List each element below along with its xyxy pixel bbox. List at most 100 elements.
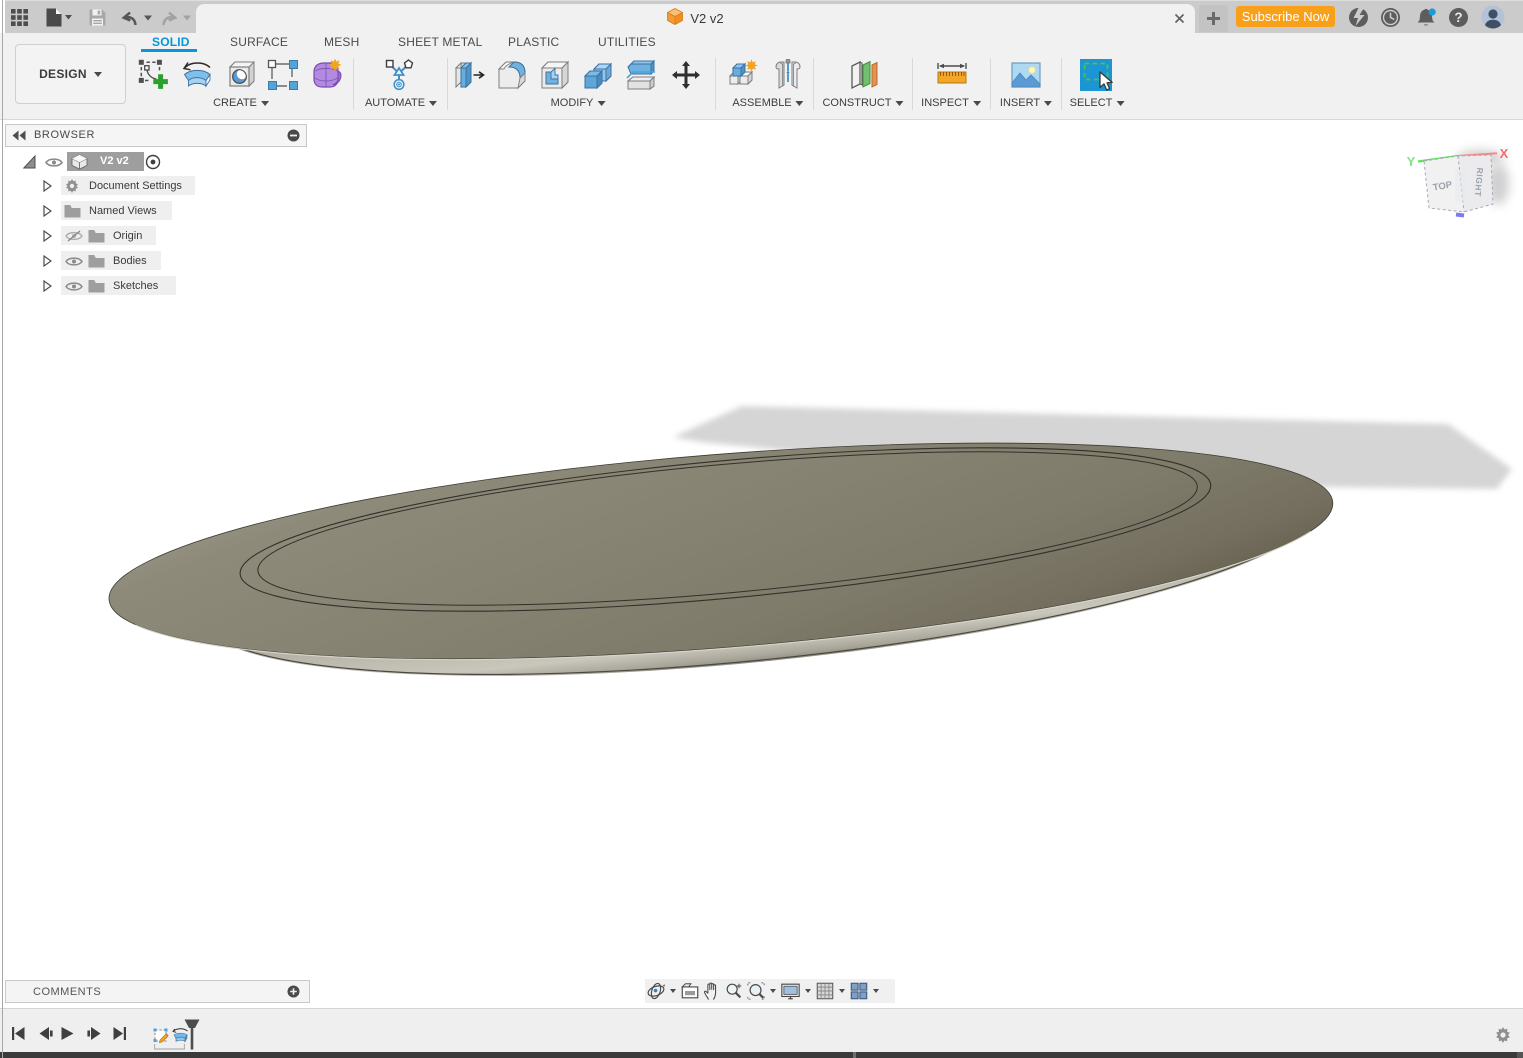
browser-item-bodies[interactable]: Bodies [5, 251, 305, 270]
tab-plastic[interactable]: PLASTIC [508, 36, 559, 48]
expand-arrow-icon[interactable] [43, 230, 52, 242]
group-separator [912, 58, 913, 110]
assemble-group-label[interactable]: ASSEMBLE [732, 97, 804, 109]
timeline-scrollbar[interactable] [0, 1052, 1523, 1058]
pan-button[interactable] [702, 981, 722, 1001]
move-copy-button[interactable] [670, 59, 702, 91]
browser-panel-header[interactable]: BROWSER [5, 124, 307, 147]
viewports-dropdown-caret[interactable] [871, 989, 881, 993]
expand-arrow-icon[interactable] [43, 180, 52, 192]
new-tab-button[interactable] [1199, 5, 1228, 32]
timeline-step-forward-button[interactable] [87, 1026, 101, 1046]
eye-visible-icon[interactable] [45, 157, 63, 168]
timeline-settings-gear-icon[interactable] [1494, 1026, 1512, 1049]
file-menu-button[interactable] [46, 4, 72, 30]
modify-group-label[interactable]: MODIFY [551, 97, 606, 109]
tab-close-icon[interactable] [1171, 10, 1188, 27]
document-tab[interactable]: V2 v2 [196, 4, 1195, 33]
avatar[interactable] [1481, 5, 1505, 29]
axis-z-stub [1455, 212, 1465, 218]
viewports-button[interactable] [849, 981, 869, 1001]
axis-y-label: Y [1407, 154, 1416, 169]
fit-dropdown-caret[interactable] [768, 989, 778, 993]
browser-item-origin[interactable]: Origin [5, 226, 305, 245]
create-sketch-button[interactable] [138, 59, 170, 91]
display-dropdown-caret[interactable] [803, 989, 813, 993]
expand-arrow-icon[interactable] [43, 205, 52, 217]
redo-button[interactable] [159, 4, 191, 30]
zoom-fit-button[interactable] [746, 981, 766, 1001]
insert-canvas-button[interactable] [1010, 59, 1042, 91]
shell-button[interactable] [539, 59, 571, 91]
extensions-icon[interactable] [1348, 7, 1368, 27]
zoom-button[interactable] [724, 981, 744, 1001]
app-grid-icon[interactable] [11, 4, 28, 30]
root-selection-highlight[interactable]: V2 v2 [67, 152, 144, 171]
browser-item-named-views[interactable]: Named Views [5, 201, 305, 220]
automate-group-label[interactable]: AUTOMATE [365, 97, 438, 109]
inspect-group-label[interactable]: INSPECT [921, 97, 981, 109]
tab-mesh[interactable]: MESH [324, 36, 359, 48]
joint-button[interactable] [772, 58, 804, 91]
look-at-button[interactable] [680, 981, 700, 1001]
expand-arrow-icon[interactable] [23, 155, 36, 169]
undo-button[interactable] [120, 4, 152, 30]
timeline-step-back-button[interactable] [39, 1026, 53, 1046]
measure-button[interactable] [936, 59, 968, 91]
timeline-position-marker[interactable] [184, 1019, 200, 1055]
new-component-button[interactable] [728, 59, 760, 91]
active-tab-underline [141, 49, 197, 52]
timeline-play-button[interactable] [61, 1026, 74, 1046]
tab-surface[interactable]: SURFACE [230, 36, 288, 48]
timeline-feature-sketch[interactable] [153, 1028, 169, 1043]
orbit-button[interactable] [646, 981, 666, 1001]
create-group-label[interactable]: CREATE [213, 97, 269, 109]
browser-root-row[interactable]: V2 v2 [5, 152, 305, 171]
automate-button[interactable] [383, 59, 415, 91]
chevron-down-icon [597, 100, 606, 106]
notifications-bell-icon[interactable] [1414, 7, 1436, 27]
job-status-icon[interactable] [1380, 7, 1400, 27]
viewcube[interactable]: Y X TOP RIGHT [1398, 140, 1523, 232]
viewcube-cube[interactable]: TOP RIGHT [1423, 154, 1494, 213]
expand-arrow-icon[interactable] [43, 280, 52, 292]
derive-button[interactable] [267, 59, 299, 91]
select-group-label[interactable]: SELECT [1070, 97, 1125, 109]
fillet-button[interactable] [496, 59, 528, 91]
help-icon[interactable]: ? [1448, 7, 1468, 27]
save-icon[interactable] [89, 4, 106, 30]
comments-bar[interactable]: COMMENTS [5, 980, 310, 1003]
timeline-go-to-start-button[interactable] [11, 1026, 25, 1046]
revolve-button[interactable] [181, 59, 213, 91]
construct-plane-button[interactable] [847, 59, 879, 91]
timeline-go-to-end-button[interactable] [113, 1026, 127, 1046]
press-pull-button[interactable] [453, 59, 485, 91]
tab-sheet-metal[interactable]: SHEET METAL [398, 36, 482, 48]
construct-group-label[interactable]: CONSTRUCT [822, 97, 904, 109]
eye-visible-icon[interactable] [65, 281, 83, 292]
insert-group-label[interactable]: INSERT [1000, 97, 1053, 109]
workspace-selector[interactable]: DESIGN [15, 44, 126, 104]
expand-comments-icon[interactable] [287, 985, 300, 998]
group-separator [353, 58, 354, 110]
expand-arrow-icon[interactable] [43, 255, 52, 267]
collapse-panel-icon[interactable] [12, 130, 26, 141]
tab-solid[interactable]: SOLID [152, 36, 190, 48]
eye-hidden-icon[interactable] [65, 230, 83, 242]
hole-button[interactable] [225, 59, 257, 91]
model-viewport[interactable]: BROWSER V2 v2 Document Settings Named Vi… [0, 120, 1523, 1008]
display-settings-button[interactable] [780, 981, 801, 1001]
split-body-button[interactable] [625, 59, 657, 91]
minimize-panel-icon[interactable] [287, 129, 300, 142]
activate-component-radio[interactable] [145, 154, 161, 170]
create-form-button[interactable] [311, 58, 343, 91]
grid-display-button[interactable] [815, 981, 835, 1001]
subscribe-button[interactable]: Subscribe Now [1236, 6, 1335, 27]
browser-item-document-settings[interactable]: Document Settings [5, 176, 305, 195]
orbit-dropdown-caret[interactable] [668, 989, 678, 993]
tab-utilities[interactable]: UTILITIES [598, 36, 656, 48]
combine-button[interactable] [582, 59, 614, 91]
browser-item-sketches[interactable]: Sketches [5, 276, 305, 295]
eye-visible-icon[interactable] [65, 256, 83, 267]
grid-dropdown-caret[interactable] [837, 989, 847, 993]
